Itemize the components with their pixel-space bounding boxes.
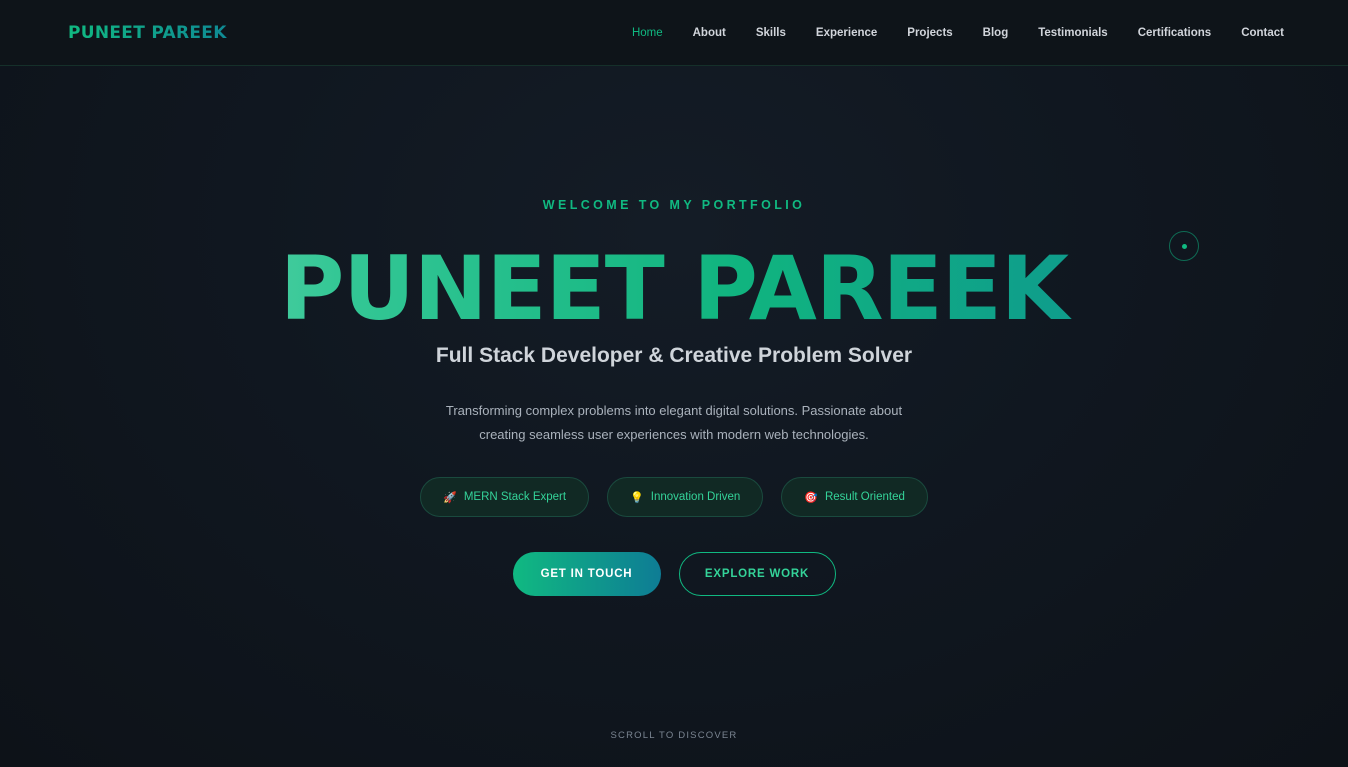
nav-link-contact[interactable]: Contact <box>1241 27 1284 39</box>
nav-links: Home About Skills Experience Projects Bl… <box>602 27 1284 39</box>
badge-mern-stack: 🚀 MERN Stack Expert <box>420 477 590 517</box>
nav-link-testimonials[interactable]: Testimonials <box>1038 27 1107 39</box>
nav-link-skills[interactable]: Skills <box>756 27 786 39</box>
hero-name: PUNEET PAREEK <box>0 234 1348 344</box>
rocket-icon: 🚀 <box>443 491 457 504</box>
hero-badges: 🚀 MERN Stack Expert 💡 Innovation Driven … <box>0 477 1348 517</box>
badge-innovation: 💡 Innovation Driven <box>607 477 764 517</box>
lightbulb-icon: 💡 <box>630 491 644 504</box>
floating-dot-icon <box>1169 231 1199 261</box>
target-icon: 🎯 <box>804 491 818 504</box>
explore-work-button[interactable]: EXPLORE WORK <box>678 552 836 596</box>
brand-logo[interactable]: PUNEET PAREEK <box>68 23 227 43</box>
badge-label: Result Oriented <box>824 491 905 503</box>
navbar: PUNEET PAREEK Home About Skills Experien… <box>0 0 1348 66</box>
nav-link-projects[interactable]: Projects <box>907 27 952 39</box>
badge-result-oriented: 🎯 Result Oriented <box>781 477 928 517</box>
scroll-hint[interactable]: SCROLL TO DISCOVER <box>0 730 1348 741</box>
get-in-touch-button[interactable]: GET IN TOUCH <box>512 552 661 596</box>
hero-title: Full Stack Developer & Creative Problem … <box>435 344 913 367</box>
hero-cta-group: GET IN TOUCH EXPLORE WORK <box>0 552 1348 596</box>
nav-link-experience[interactable]: Experience <box>816 27 877 39</box>
badge-label: Innovation Driven <box>650 491 741 503</box>
badge-label: MERN Stack Expert <box>463 491 567 503</box>
nav-link-certifications[interactable]: Certifications <box>1138 27 1212 39</box>
nav-link-home[interactable]: Home <box>632 27 663 39</box>
hero-section: WELCOME TO MY PORTFOLIO PUNEET PAREEK Fu… <box>0 66 1348 767</box>
hero-eyebrow: WELCOME TO MY PORTFOLIO <box>542 198 806 212</box>
nav-link-blog[interactable]: Blog <box>983 27 1009 39</box>
nav-link-about[interactable]: About <box>693 27 726 39</box>
dot-core <box>1181 243 1187 249</box>
hero-description: Transforming complex problems into elega… <box>445 403 903 442</box>
